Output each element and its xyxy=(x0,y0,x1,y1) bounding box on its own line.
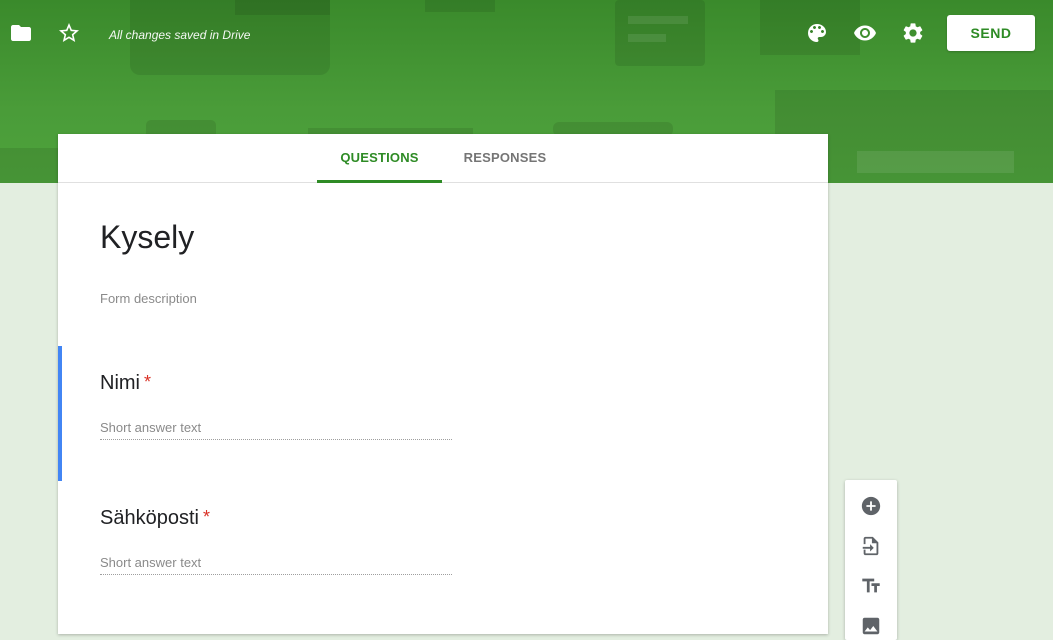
banner-decoration xyxy=(0,148,60,183)
banner-decoration xyxy=(425,0,495,12)
required-asterisk: * xyxy=(144,372,152,392)
folder-icon[interactable] xyxy=(8,20,34,46)
question-card[interactable]: Nimi * Short answer text xyxy=(58,346,828,481)
eye-icon[interactable] xyxy=(852,20,878,46)
banner-decoration xyxy=(857,151,1014,173)
question-title[interactable]: Nimi * xyxy=(100,372,151,395)
form-card: QUESTIONS RESPONSES Kysely Form descript… xyxy=(58,134,828,634)
import-questions-icon[interactable] xyxy=(859,534,883,558)
banner-decoration xyxy=(615,0,705,66)
send-button[interactable]: SEND xyxy=(947,15,1035,51)
gear-icon[interactable] xyxy=(900,20,926,46)
question-card[interactable]: Sähköposti * Short answer text xyxy=(58,481,828,616)
short-answer-placeholder: Short answer text xyxy=(100,420,452,440)
palette-icon[interactable] xyxy=(804,20,830,46)
short-answer-placeholder: Short answer text xyxy=(100,555,452,575)
required-asterisk: * xyxy=(202,507,210,527)
form-title[interactable]: Kysely xyxy=(100,219,194,256)
tab-responses[interactable]: RESPONSES xyxy=(450,134,560,182)
banner-decoration xyxy=(235,0,330,15)
banner-decoration xyxy=(628,16,688,24)
save-status-text: All changes saved in Drive xyxy=(109,28,251,42)
question-focus-indicator xyxy=(58,346,62,481)
banner-decoration xyxy=(628,34,666,42)
question-title-text: Nimi xyxy=(100,372,140,394)
image-icon[interactable] xyxy=(859,614,883,638)
question-title[interactable]: Sähköposti * xyxy=(100,507,210,530)
add-circle-icon[interactable] xyxy=(859,494,883,518)
star-icon[interactable] xyxy=(56,20,82,46)
question-side-toolbar xyxy=(845,480,897,640)
form-description-field[interactable]: Form description xyxy=(100,291,197,306)
question-title-text: Sähköposti xyxy=(100,507,199,529)
tab-questions[interactable]: QUESTIONS xyxy=(317,134,442,183)
tab-bar: QUESTIONS RESPONSES xyxy=(58,134,828,183)
title-text-icon[interactable] xyxy=(859,574,883,598)
